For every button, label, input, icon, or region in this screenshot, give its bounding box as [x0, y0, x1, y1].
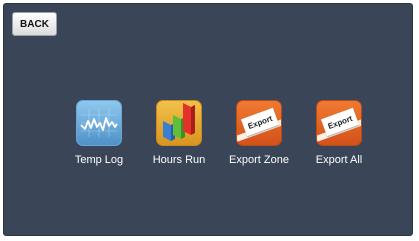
export-all-button[interactable]: Export Export All — [300, 100, 378, 172]
back-button[interactable]: BACK — [12, 12, 57, 36]
bar-chart-icon — [156, 100, 202, 146]
temp-log-label: Temp Log — [74, 154, 124, 166]
hours-run-button[interactable]: Hours Run — [140, 100, 218, 172]
main-screen: BACK Temp Log Hours Run Export Export Zo… — [3, 3, 413, 236]
hours-run-label: Hours Run — [152, 154, 206, 166]
export-zone-button[interactable]: Export Export Zone — [220, 100, 298, 172]
temperature-chart-icon — [76, 100, 122, 146]
export-icon: Export — [236, 100, 282, 146]
export-icon: Export — [316, 100, 362, 146]
export-zone-label: Export Zone — [229, 154, 289, 166]
temp-log-button[interactable]: Temp Log — [60, 100, 138, 172]
export-all-label: Export All — [315, 154, 363, 166]
app-launcher-row: Temp Log Hours Run Export Export Zone Ex… — [4, 100, 412, 180]
